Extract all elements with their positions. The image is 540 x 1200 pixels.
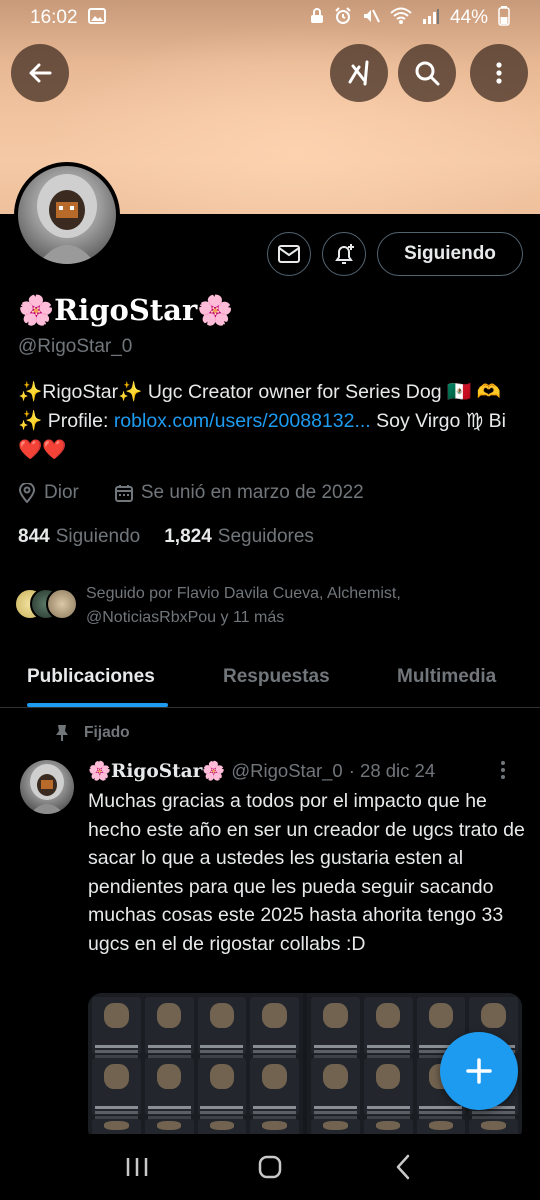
back-arrow-icon <box>29 63 52 83</box>
mute-icon <box>362 7 380 30</box>
active-tab-indicator <box>27 703 168 707</box>
alarm-icon <box>334 6 352 30</box>
search-icon <box>415 61 440 86</box>
more-vertical-icon <box>496 62 502 84</box>
status-time: 16:02 <box>30 7 78 28</box>
post-author-avatar[interactable] <box>20 760 74 814</box>
pinned-label: Fijado <box>54 724 130 742</box>
tab-respuestas[interactable]: Respuestas <box>223 666 330 688</box>
avatar <box>46 588 78 620</box>
bio-link[interactable]: roblox.com/users/20088132... <box>114 410 371 432</box>
following-button[interactable]: Siguiendo <box>377 232 523 276</box>
grok-button[interactable] <box>330 44 388 102</box>
compose-button[interactable] <box>440 1032 518 1110</box>
profile-stats: 844 Siguiendo 1,824 Seguidores <box>18 526 314 548</box>
search-button[interactable] <box>398 44 456 102</box>
followed-by-line-1: Seguido por Flavio Davila Cueva, Alchemi… <box>86 585 401 602</box>
wifi-icon <box>390 7 412 30</box>
media-image-1[interactable] <box>88 993 303 1143</box>
post-more-button[interactable] <box>500 760 506 786</box>
following-label: Siguiendo <box>55 526 141 547</box>
home-icon <box>258 1155 282 1179</box>
profile-bio: ✨RigoStar✨ Ugc Creator owner for Series … <box>18 378 523 465</box>
mail-icon <box>278 245 300 263</box>
post-date[interactable]: · 28 dic 24 <box>349 760 435 782</box>
back-nav-button[interactable] <box>373 1142 433 1192</box>
grok-icon <box>348 60 369 86</box>
follower-avatars <box>14 582 84 622</box>
profile-tabs: Publicaciones Respuestas Multimedia <box>0 652 540 708</box>
gallery-icon <box>87 7 106 29</box>
status-bar: 16:02 44% <box>0 0 540 36</box>
location-icon <box>18 483 36 503</box>
notifications-button[interactable] <box>322 232 366 276</box>
followed-by-line-2: @NoticiasRbxPou y 11 más <box>86 609 285 626</box>
tab-publicaciones[interactable]: Publicaciones <box>27 666 155 688</box>
followers-label: Seguidores <box>217 526 314 547</box>
profile-display-name: 🌸RigoStar🌸 <box>18 293 234 327</box>
following-stat[interactable]: 844 Siguiendo <box>18 526 140 548</box>
followers-count: 1,824 <box>164 526 212 547</box>
following-count: 844 <box>18 526 50 547</box>
home-button[interactable] <box>240 1142 300 1192</box>
pin-icon <box>56 725 68 741</box>
back-button[interactable] <box>11 44 69 102</box>
plus-icon <box>466 1058 492 1084</box>
recents-button[interactable] <box>107 1142 167 1192</box>
recents-icon <box>126 1158 147 1176</box>
pinned-text: Fijado <box>84 724 130 741</box>
profile-meta: Dior Se unió en marzo de 2022 <box>18 482 364 504</box>
joined-text: Se unió en marzo de 2022 <box>140 482 364 503</box>
calendar-icon <box>114 485 133 502</box>
bell-plus-icon <box>335 244 354 264</box>
more-options-button[interactable] <box>470 44 528 102</box>
battery-icon <box>498 5 510 31</box>
message-button[interactable] <box>267 232 311 276</box>
location-text: Dior <box>44 482 79 503</box>
battery-percent: 44% <box>449 7 488 28</box>
system-nav-bar <box>0 1134 540 1200</box>
post-author-handle[interactable]: @RigoStar_0 <box>231 760 342 782</box>
post-header: 🌸RigoStar🌸 @RigoStar_0 · 28 dic 24 <box>88 760 435 782</box>
followers-stat[interactable]: 1,824 Seguidores <box>164 526 314 548</box>
tab-multimedia[interactable]: Multimedia <box>397 666 496 688</box>
signal-icon <box>422 8 440 29</box>
lock-icon <box>310 7 324 29</box>
profile-handle: @RigoStar_0 <box>18 336 133 357</box>
followed-by[interactable]: Seguido por Flavio Davila Cueva, Alchemi… <box>14 582 401 630</box>
more-vertical-icon <box>501 761 505 779</box>
post-text: Muchas gracias a todos por el impacto qu… <box>88 790 525 955</box>
post-author-name[interactable]: 🌸RigoStar🌸 <box>88 760 225 782</box>
back-icon <box>397 1154 410 1180</box>
profile-avatar[interactable] <box>14 162 120 268</box>
